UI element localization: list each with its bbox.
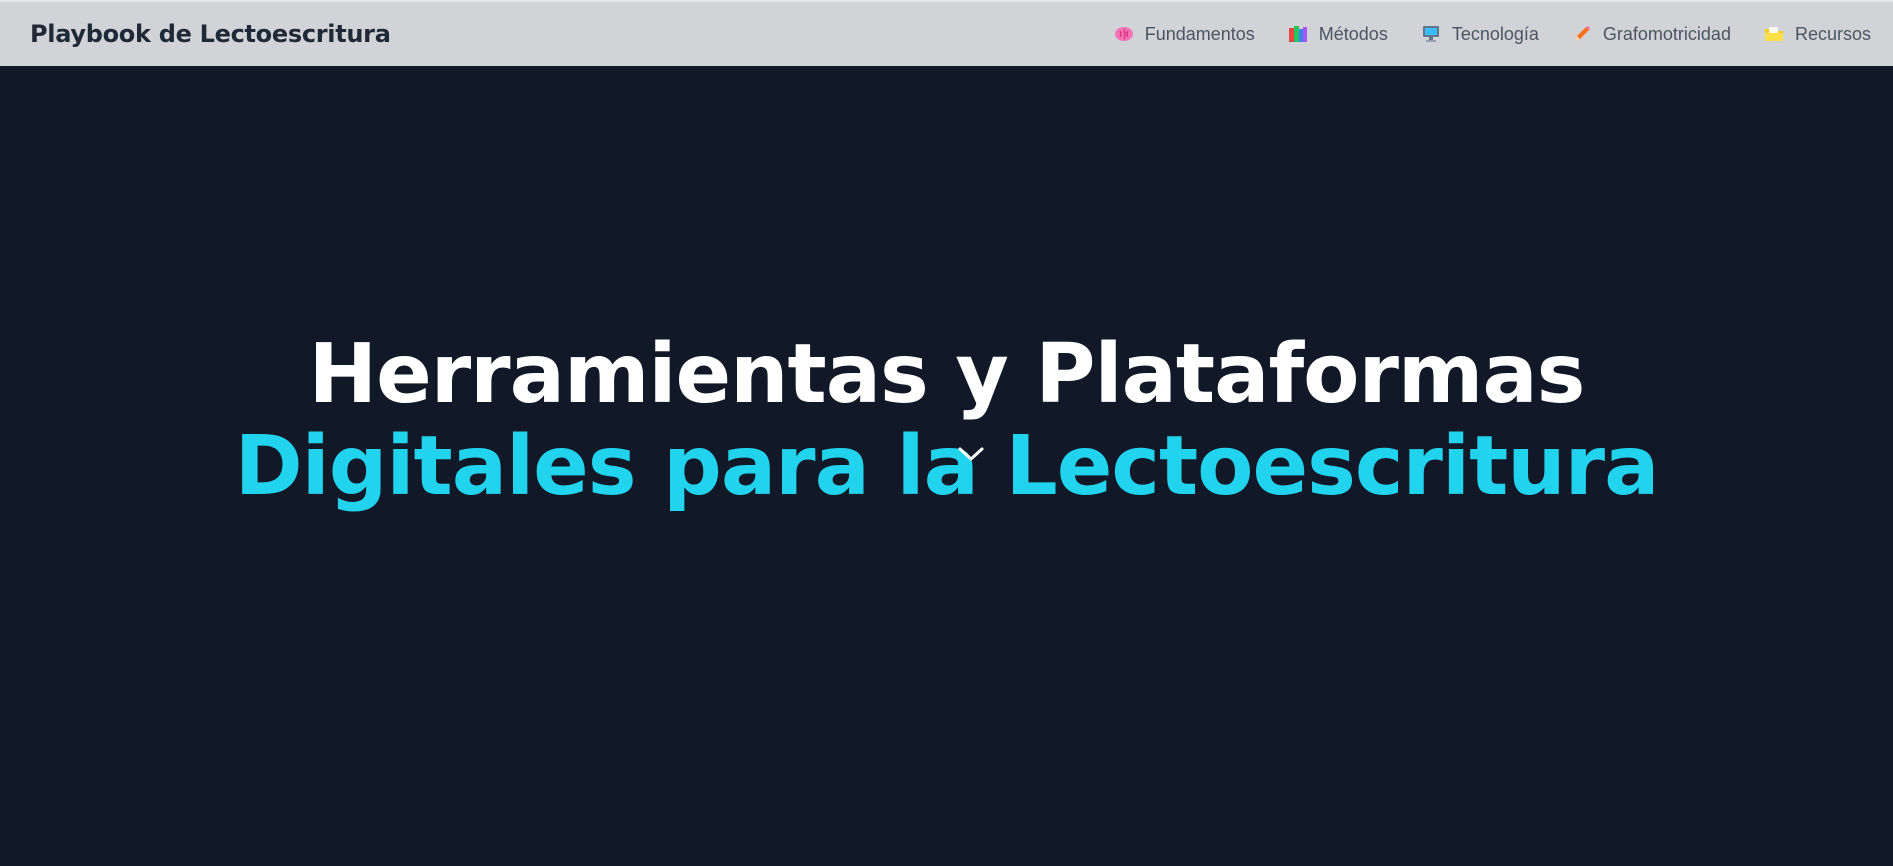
folder-icon — [1763, 23, 1785, 45]
hero-title: Herramientas y Plataformas Digitales par… — [0, 329, 1893, 513]
nav-label-fundamentos: Fundamentos — [1144, 23, 1255, 44]
pencil-icon — [1571, 23, 1593, 45]
nav-item-metodos[interactable]: Métodos — [1287, 23, 1388, 45]
hero-section: Herramientas y Plataformas Digitales par… — [0, 66, 1893, 866]
nav-item-fundamentos[interactable]: Fundamentos — [1113, 23, 1255, 45]
nav-label-tecnologia: Tecnología — [1451, 23, 1539, 44]
nav-label-metodos: Métodos — [1318, 23, 1388, 44]
hero-title-line2: Digitales para la Lectoescritura — [234, 419, 1660, 514]
computer-icon — [1420, 23, 1442, 45]
brain-icon — [1113, 23, 1135, 45]
nav-label-grafomotricidad: Grafomotricidad — [1602, 23, 1731, 44]
nav-label-recursos: Recursos — [1794, 23, 1871, 44]
nav-item-tecnologia[interactable]: Tecnología — [1420, 23, 1539, 45]
hero-title-line1: Herramientas y Plataformas — [308, 327, 1586, 422]
top-navbar: Playbook de Lectoescritura Fundamentos M — [0, 0, 1893, 66]
nav-item-grafomotricidad[interactable]: Grafomotricidad — [1571, 23, 1731, 45]
site-brand[interactable]: Playbook de Lectoescritura — [30, 20, 391, 48]
books-icon — [1287, 23, 1309, 45]
nav-item-recursos[interactable]: Recursos — [1763, 23, 1871, 45]
main-nav: Fundamentos Métodos Tecnología Grafomotr… — [1081, 23, 1871, 45]
chevron-down-icon[interactable] — [956, 444, 986, 464]
